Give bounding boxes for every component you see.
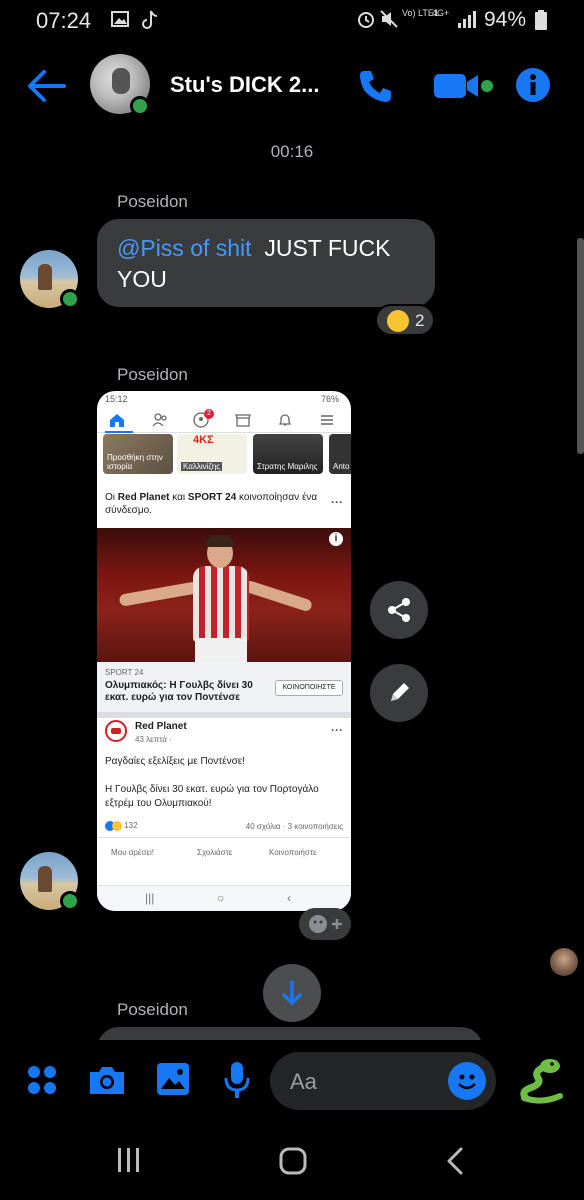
screenshot-time: 15:12 bbox=[105, 394, 128, 404]
arrow-down-icon bbox=[282, 980, 302, 1005]
microphone-icon[interactable] bbox=[222, 1060, 252, 1100]
message-reaction[interactable]: 2 bbox=[375, 304, 435, 336]
story-card: Προσθήκη στην ιστορία bbox=[103, 434, 173, 474]
conversation-title[interactable]: Stu's DICK 2... bbox=[170, 72, 340, 98]
info-icon: i bbox=[329, 532, 343, 546]
friends-icon bbox=[152, 413, 167, 427]
recents-icon: ||| bbox=[145, 891, 155, 905]
reaction-summary: 132 bbox=[105, 821, 138, 831]
active-tab-indicator bbox=[105, 431, 133, 433]
online-indicator bbox=[60, 891, 80, 911]
phone-call-icon[interactable] bbox=[356, 66, 396, 106]
home-button-icon[interactable] bbox=[278, 1146, 308, 1176]
seen-by-avatar bbox=[550, 948, 578, 976]
more-actions-icon[interactable] bbox=[26, 1064, 58, 1096]
add-reaction-button[interactable] bbox=[299, 908, 351, 940]
battery-icon bbox=[535, 10, 547, 30]
image-attachment[interactable]: 15:12 76% 2 Προσθήκη στην ιστορία 4ΚΣ Κα… bbox=[97, 391, 351, 911]
link-share-button: ΚΟΙΝΟΠΟΙΗΣΤΕ bbox=[275, 680, 343, 696]
online-indicator bbox=[60, 289, 80, 309]
link-source: SPORT 24 bbox=[105, 668, 144, 677]
more-options-icon: ··· bbox=[331, 495, 343, 509]
conversation-header: Stu's DICK 2... bbox=[0, 52, 584, 120]
link-preview: SPORT 24 Ολυμπιακός: Η Γουλβς δίνει 30 ε… bbox=[97, 662, 351, 712]
message-input[interactable]: Aa bbox=[270, 1052, 496, 1110]
stories-row: Προσθήκη στην ιστορία 4ΚΣ Καλλινίζης Στρ… bbox=[97, 434, 351, 478]
composer-bar: Aa bbox=[0, 1040, 584, 1130]
post-actions: Μου αρέσει! Σχολιάστε Κοινοποιήστε bbox=[97, 837, 351, 865]
marketplace-icon bbox=[235, 414, 251, 427]
like-action: Μου αρέσει! bbox=[111, 848, 154, 857]
wow-reaction-icon bbox=[112, 821, 122, 831]
alarm-icon bbox=[358, 12, 374, 28]
status-time: 07:24 bbox=[36, 8, 92, 33]
story-logo-text: 4ΚΣ bbox=[193, 434, 214, 446]
gallery-icon[interactable] bbox=[156, 1062, 190, 1096]
story-card: 4ΚΣ Καλλινίζης bbox=[177, 434, 247, 474]
back-arrow-icon[interactable] bbox=[24, 66, 68, 106]
sender-name: Poseidon bbox=[117, 192, 188, 211]
more-options-icon: ··· bbox=[331, 723, 343, 737]
menu-icon bbox=[321, 415, 333, 425]
online-indicator bbox=[130, 96, 150, 116]
mute-icon bbox=[380, 10, 398, 28]
home-button-icon: ○ bbox=[217, 891, 225, 905]
message-bubble[interactable]: @Piss of shit JUST FUCK YOU bbox=[97, 219, 435, 307]
conversation-timestamp: 00:16 bbox=[270, 142, 314, 161]
comment-action: Σχολιάστε bbox=[197, 848, 233, 857]
status-bar: 07:24 Vo) LTE1 4G+ 94% bbox=[0, 0, 584, 40]
share-icon bbox=[388, 598, 410, 622]
story-card: Anto Soul bbox=[329, 434, 351, 474]
video-call-icon[interactable] bbox=[434, 68, 496, 104]
scroll-to-bottom-button[interactable] bbox=[263, 964, 321, 1022]
post-time: 43 λεπτά · bbox=[135, 735, 172, 744]
shared-line: Οι Red Planet και SPORT 24 κοινοποίησαν … bbox=[105, 492, 318, 516]
post-text: Η Γουλβς δίνει 30 εκατ. ευρώ για τον Πορ… bbox=[105, 784, 319, 809]
signal-icon bbox=[458, 11, 476, 28]
recent-apps-icon[interactable] bbox=[116, 1146, 142, 1174]
battery-percent: 94% bbox=[484, 8, 527, 31]
system-back-icon[interactable] bbox=[444, 1146, 466, 1176]
info-icon[interactable] bbox=[514, 66, 552, 104]
edit-image-button[interactable] bbox=[370, 664, 428, 722]
emoji-button[interactable] bbox=[448, 1062, 486, 1100]
snake-emoji-icon[interactable] bbox=[516, 1054, 568, 1106]
network-gen-label: 4G+ bbox=[432, 8, 450, 18]
fb-top-nav: 2 bbox=[97, 407, 351, 433]
comments-shares: 40 σχόλια · 3 κοινοποιήσεις bbox=[245, 822, 343, 831]
reaction-count: 2 bbox=[415, 311, 425, 330]
home-icon bbox=[110, 414, 124, 427]
page-name: Red Planet bbox=[135, 721, 187, 732]
notification-badge: 2 bbox=[204, 409, 214, 419]
gallery-notification-icon bbox=[111, 11, 129, 27]
story-card: Στρατης Μαριλης bbox=[253, 434, 323, 474]
android-nav-bar bbox=[0, 1130, 584, 1200]
scrollbar[interactable] bbox=[577, 238, 584, 454]
post-text: Ραγδαίες εξελίξεις με Ποντένσε! bbox=[105, 756, 246, 767]
tiktok-notification-icon bbox=[142, 10, 158, 29]
message-input-placeholder: Aa bbox=[290, 1069, 317, 1094]
share-button[interactable] bbox=[370, 581, 428, 639]
screenshot-battery: 76% bbox=[320, 394, 339, 404]
sender-name: Poseidon bbox=[117, 365, 188, 384]
share-action: Κοινοποιήστε bbox=[269, 848, 317, 857]
sender-name: Poseidon bbox=[117, 1000, 188, 1019]
camera-icon[interactable] bbox=[88, 1064, 126, 1096]
screenshot-status-bar: 15:12 76% bbox=[97, 391, 351, 407]
laughing-emoji-icon bbox=[387, 310, 409, 332]
page-logo bbox=[105, 720, 127, 742]
add-reaction-icon bbox=[309, 915, 342, 933]
post-photo: i bbox=[97, 528, 351, 662]
link-title: Ολυμπιακός: Η Γουλβς δίνει 30 εκατ. ευρώ… bbox=[105, 680, 253, 703]
pencil-icon bbox=[391, 683, 409, 701]
mention-link[interactable]: @Piss of shit bbox=[117, 235, 252, 261]
back-icon: ‹ bbox=[287, 891, 291, 905]
smiley-icon bbox=[458, 1074, 476, 1090]
bell-icon bbox=[278, 414, 292, 426]
